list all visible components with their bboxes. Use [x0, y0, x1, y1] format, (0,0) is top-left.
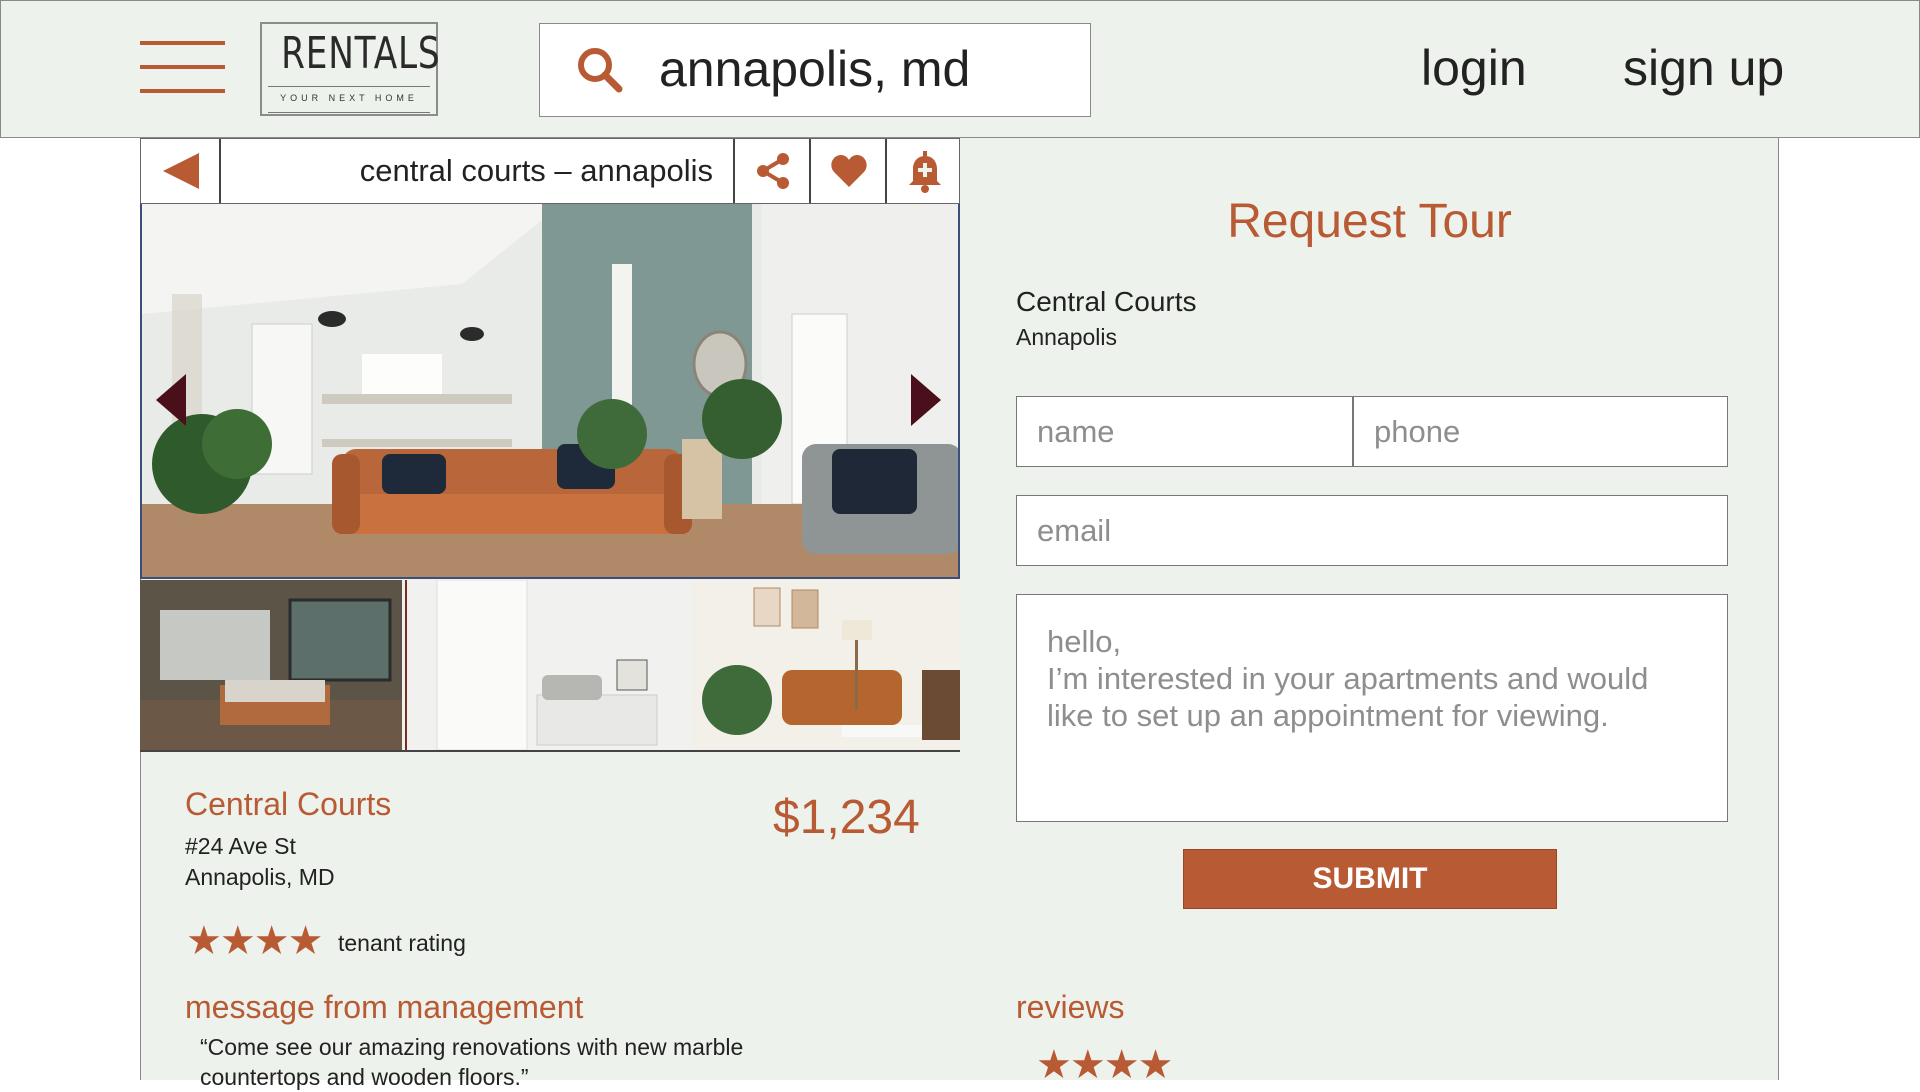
tour-property-name: Central Courts: [1016, 286, 1197, 317]
thumbnail-hallway[interactable]: [405, 580, 691, 750]
signup-link[interactable]: sign up: [1623, 39, 1784, 97]
tenant-rating-stars: ★★★★: [186, 919, 323, 963]
tour-form-title: Request Tour: [1227, 195, 1512, 248]
login-link[interactable]: login: [1421, 39, 1527, 97]
thumbnail-bedroom[interactable]: [140, 580, 402, 750]
back-arrow-icon: [163, 153, 199, 189]
logo[interactable]: RENTALS YOUR NEXT HOME: [260, 22, 441, 116]
share-icon: [757, 153, 789, 189]
message-field[interactable]: hello, I’m interested in your apartments…: [1016, 594, 1728, 822]
property-name[interactable]: Central Courts: [185, 786, 391, 823]
email-field[interactable]: [1016, 495, 1728, 566]
chevron-left-icon[interactable]: [152, 370, 192, 430]
back-button[interactable]: [141, 139, 221, 203]
search-input-value[interactable]: annapolis, md: [659, 40, 970, 98]
submit-button[interactable]: SUBMIT: [1183, 849, 1557, 909]
alert-button[interactable]: [885, 139, 961, 203]
reviews-title: reviews: [1016, 989, 1125, 1025]
share-button[interactable]: [733, 139, 809, 203]
property-price: $1,234: [773, 791, 920, 844]
menu-icon[interactable]: [140, 41, 225, 96]
tour-property-city: Annapolis: [1016, 324, 1118, 350]
search-bar[interactable]: annapolis, md: [539, 23, 1091, 117]
favorite-button[interactable]: [809, 139, 885, 203]
management-message-text: “Come see our amazing renovations with n…: [200, 1034, 744, 1090]
thumbnail-living-room[interactable]: [692, 580, 960, 750]
management-message-title: message from management: [185, 989, 584, 1025]
phone-field[interactable]: [1353, 396, 1728, 467]
address-line-1: #24 Ave St: [185, 833, 296, 859]
main-photo[interactable]: [140, 204, 960, 579]
bell-plus-icon: [909, 151, 941, 193]
address-line-2: Annapolis, MD: [185, 864, 335, 890]
tenant-rating-label: tenant rating: [338, 930, 466, 956]
chevron-right-icon[interactable]: [905, 370, 945, 430]
logo-title: RENTALS: [281, 28, 441, 79]
search-icon[interactable]: [576, 46, 624, 94]
top-header: RENTALS YOUR NEXT HOME annapolis, md log…: [0, 0, 1920, 138]
thumbnail-strip: [140, 580, 960, 752]
logo-subtitle: YOUR NEXT HOME: [280, 93, 418, 103]
name-field[interactable]: [1016, 396, 1353, 467]
heart-icon: [831, 155, 867, 187]
listing-toolbar: central courts – annapolis: [140, 138, 960, 204]
listing-bar-title: central courts – annapolis: [359, 153, 713, 188]
review-stars: ★★★★: [1036, 1043, 1173, 1087]
